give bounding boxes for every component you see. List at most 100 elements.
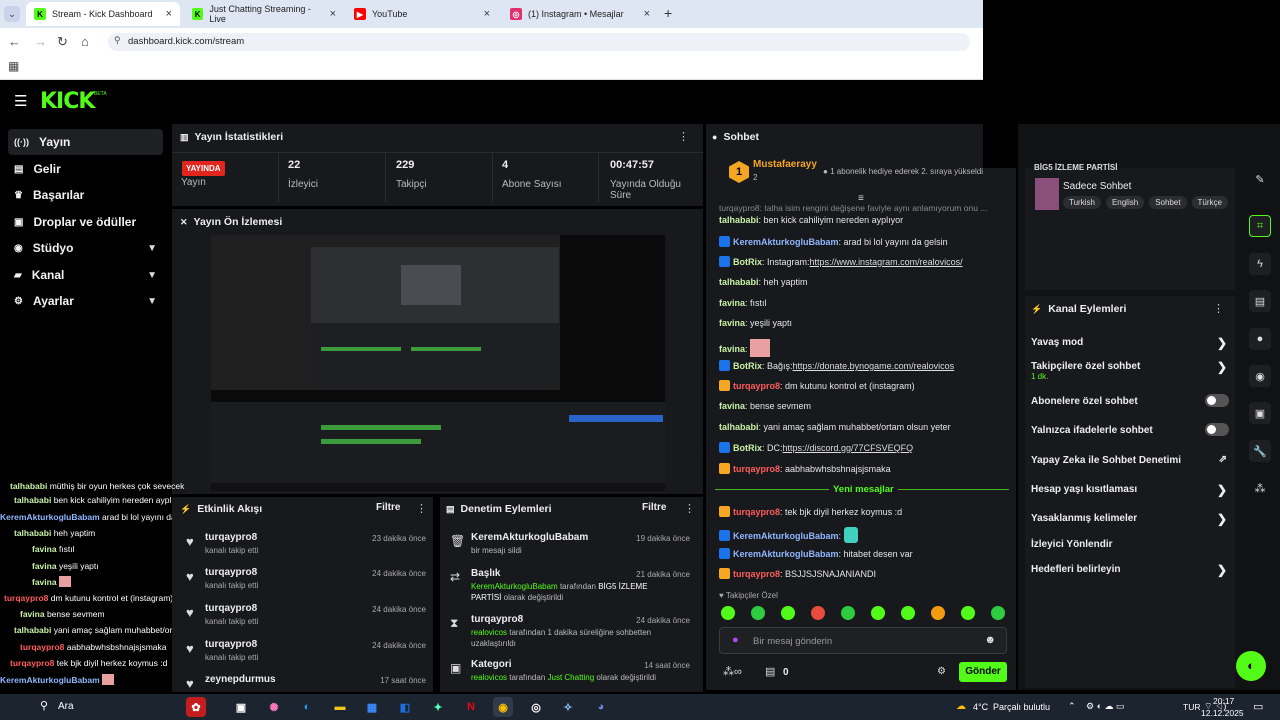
- pinned-user[interactable]: Mustafaerayy: [753, 159, 817, 170]
- clipboard-icon[interactable]: ▤: [1249, 290, 1271, 312]
- lightning-icon[interactable]: ϟ: [1249, 253, 1271, 275]
- emote-icon[interactable]: [721, 606, 735, 620]
- emote-icon[interactable]: [991, 606, 1005, 620]
- stream-preview-video[interactable]: [211, 235, 665, 491]
- tag-pill[interactable]: Sohbet: [1149, 196, 1187, 209]
- chat-username[interactable]: turqaypro8: [733, 464, 780, 474]
- tab-instagram[interactable]: ◎ (1) Instagram • Mesajlar ×: [502, 2, 658, 26]
- chat-username[interactable]: favina: [719, 318, 745, 328]
- chat-input[interactable]: ● Bir mesaj gönderin ☻: [719, 627, 1007, 654]
- toggle-switch[interactable]: [1205, 423, 1229, 436]
- send-button[interactable]: Gönder: [959, 662, 1007, 682]
- tab-just-chatting[interactable]: K Just Chatting Streaming - Live ×: [184, 2, 344, 26]
- emote-icon[interactable]: [811, 606, 825, 620]
- chat-settings-icon[interactable]: ⚙: [937, 666, 946, 677]
- emote-icon[interactable]: [931, 606, 945, 620]
- back-icon[interactable]: ←: [8, 34, 21, 49]
- emote-icon[interactable]: [751, 606, 765, 620]
- tab-kick-dashboard[interactable]: K Stream - Kick Dashboard ×: [26, 2, 180, 26]
- tray-icons[interactable]: ⚙ ◐ ☁ ▭: [1086, 701, 1125, 712]
- close-tab-icon[interactable]: ×: [166, 8, 172, 20]
- file-explorer-icon[interactable]: ▬: [330, 697, 350, 717]
- tab-list-button[interactable]: ⌄: [4, 6, 20, 22]
- close-tab-icon[interactable]: ×: [330, 8, 336, 20]
- channel-action-item[interactable]: Yavaş mod ❯: [1031, 336, 1231, 351]
- broadcast-icon[interactable]: ◉: [1249, 365, 1271, 387]
- session-category[interactable]: Sadece Sohbet: [1063, 181, 1131, 192]
- close-tab-icon[interactable]: ×: [484, 8, 490, 20]
- task-view-icon[interactable]: ▣: [231, 697, 251, 717]
- chrome-icon[interactable]: ◉: [493, 697, 513, 717]
- dashboard-icon[interactable]: ▣: [1249, 402, 1271, 424]
- chat-username[interactable]: KeremAkturkogluBabam: [733, 237, 839, 247]
- close-tab-icon[interactable]: ×: [644, 8, 650, 20]
- edit-icon[interactable]: ✎: [1249, 168, 1271, 190]
- activity-filter-button[interactable]: Filtre: [376, 502, 400, 513]
- chat-username[interactable]: KeremAkturkogluBabam: [733, 549, 839, 559]
- outlook-icon[interactable]: ◧: [395, 697, 415, 717]
- chat-username[interactable]: talhababi: [719, 422, 759, 432]
- tray-chevron-icon[interactable]: ⌃: [1068, 701, 1076, 712]
- language-indicator[interactable]: TUR: [1183, 702, 1200, 712]
- home-icon[interactable]: ⌂: [81, 34, 89, 49]
- flower-widget-icon[interactable]: ✿: [186, 697, 206, 717]
- support-chat-icon[interactable]: ◐: [1236, 651, 1266, 681]
- screen-icon[interactable]: ⌗: [1249, 215, 1271, 237]
- more-icon[interactable]: ⋮: [678, 130, 689, 143]
- settings-app-icon[interactable]: ✧: [558, 697, 578, 717]
- sidebar-item-ayarlar[interactable]: ⚙ Ayarlar ▼: [8, 288, 163, 314]
- notifications-icon[interactable]: ▭: [1253, 700, 1263, 713]
- channel-action-item[interactable]: Hesap yaşı kısıtlaması ❯: [1031, 483, 1231, 498]
- forward-icon[interactable]: →: [34, 34, 47, 49]
- sidebar-item-basarilar[interactable]: ♛ Başarılar: [8, 182, 163, 208]
- store-icon[interactable]: ▦: [362, 697, 382, 717]
- points-icon[interactable]: ⁂∞: [723, 665, 742, 678]
- emote-icon[interactable]: [901, 606, 915, 620]
- search-icon[interactable]: ⚲: [40, 699, 48, 712]
- taskbar-search[interactable]: Ara: [58, 701, 74, 712]
- more-icon[interactable]: ⋮: [684, 502, 695, 515]
- chat-username[interactable]: BotRix: [733, 257, 762, 267]
- clock-date[interactable]: 12.12.2025: [1201, 708, 1244, 718]
- netflix-icon[interactable]: N: [461, 697, 481, 717]
- category-thumbnail[interactable]: [1035, 178, 1059, 210]
- gift-box-icon[interactable]: ▤: [765, 665, 775, 678]
- sidebar-item-kanal[interactable]: ▰ Kanal ▼: [8, 262, 163, 288]
- chat-link[interactable]: https://www.instagram.com/realovicos/: [810, 257, 963, 267]
- copilot-icon[interactable]: ✺: [264, 697, 284, 717]
- chat-username[interactable]: favina: [719, 401, 745, 411]
- chat-username[interactable]: talhababi: [719, 277, 759, 287]
- emote-icon[interactable]: [961, 606, 975, 620]
- apps-icon[interactable]: ⁂: [1249, 477, 1271, 499]
- toggle-switch[interactable]: [1205, 394, 1229, 407]
- site-info-icon[interactable]: ⚲: [114, 35, 121, 46]
- channel-action-item[interactable]: Hedefleri belirleyin ❯: [1031, 563, 1231, 578]
- chat-username[interactable]: turqaypro8: [733, 381, 780, 391]
- moderation-filter-button[interactable]: Filtre: [642, 502, 666, 513]
- sidebar-item-droplar[interactable]: ▣ Droplar ve ödüller: [8, 209, 163, 235]
- apps-grid-icon[interactable]: ▦: [8, 59, 19, 73]
- reload-icon[interactable]: ↻: [57, 34, 68, 50]
- emoji-icon[interactable]: ☻: [984, 634, 996, 646]
- chat-username[interactable]: turqaypro8: [733, 569, 780, 579]
- discord-icon[interactable]: ◕: [591, 697, 611, 717]
- menu-icon[interactable]: ☰: [14, 92, 27, 110]
- chat-username[interactable]: turqaypro8: [733, 507, 780, 517]
- sidebar-item-studyo[interactable]: ◉ Stüdyo ▼: [8, 235, 163, 261]
- new-tab-button[interactable]: +: [664, 5, 672, 21]
- chat-username[interactable]: talhababi: [719, 215, 759, 225]
- emote-icon[interactable]: [841, 606, 855, 620]
- clock-time[interactable]: 20:17: [1213, 696, 1234, 706]
- address-bar[interactable]: ⚲ dashboard.kick.com/stream: [108, 33, 970, 51]
- chat-link[interactable]: https://discord.gg/77CFSVEQFQ: [783, 443, 914, 453]
- channel-action-item[interactable]: Abonelere özel sohbet: [1031, 394, 1231, 410]
- channel-action-item[interactable]: Yalnızca ifadelerle sohbet: [1031, 423, 1231, 439]
- tag-pill[interactable]: English: [1105, 196, 1145, 209]
- sidebar-item-yayin[interactable]: ((·)) Yayın: [8, 129, 163, 155]
- channel-action-item[interactable]: Yapay Zeka ile Sohbet Denetimi ⇗: [1031, 454, 1231, 469]
- chat-username[interactable]: KeremAkturkogluBabam: [733, 531, 839, 541]
- sidebar-item-gelir[interactable]: ▤ Gelir: [8, 156, 163, 182]
- more-icon[interactable]: ⋮: [416, 502, 427, 515]
- chat-username[interactable]: favina: [719, 344, 745, 354]
- more-icon[interactable]: ⋮: [1213, 302, 1224, 315]
